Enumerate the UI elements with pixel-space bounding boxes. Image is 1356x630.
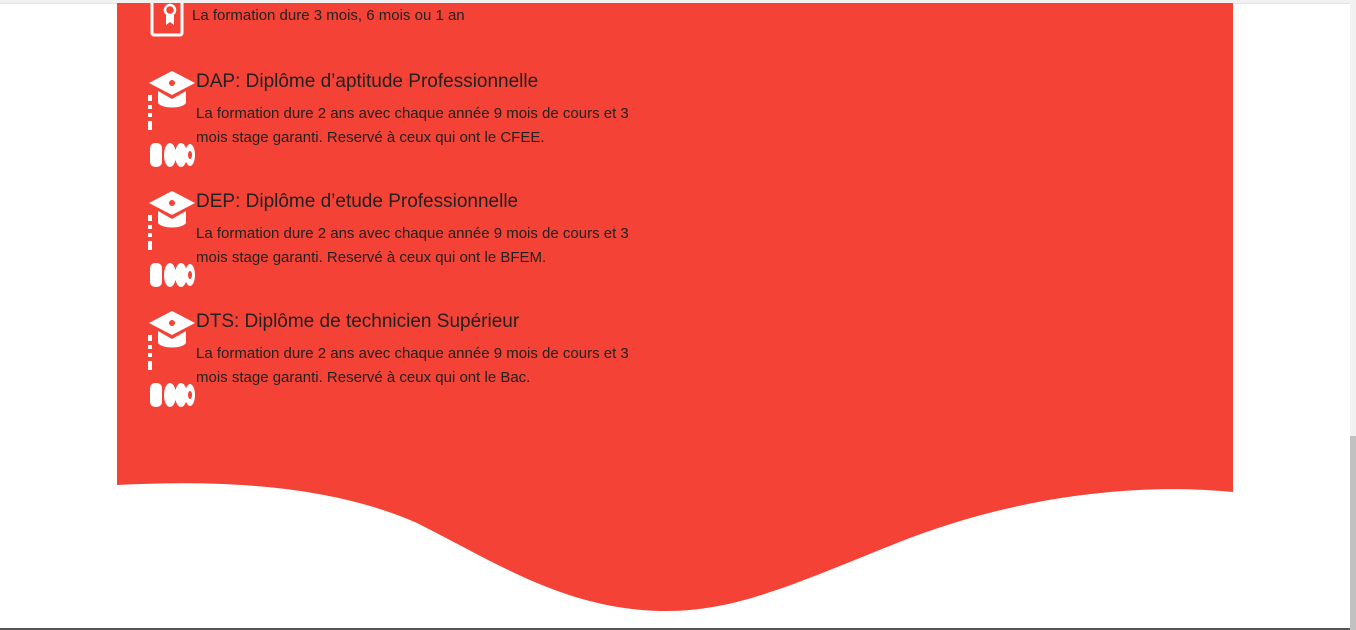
formation-short-description: La formation dure 3 mois, 6 mois ou 1 an xyxy=(192,7,465,24)
scrollbar-thumb[interactable] xyxy=(1350,436,1356,630)
formation-description: La formation dure 2 ans avec chaque anné… xyxy=(196,225,629,266)
graduation-icon xyxy=(148,311,196,412)
formation-description: La formation dure 2 ans avec chaque anné… xyxy=(196,105,629,146)
vertical-scrollbar[interactable] xyxy=(1350,0,1356,630)
graduation-icon xyxy=(148,71,196,172)
diploma-scroll-icon xyxy=(148,3,186,50)
formation-title: DEP: Diplôme d’etude Professionnelle xyxy=(196,191,519,212)
formation-description: La formation dure 2 ans avec chaque anné… xyxy=(196,345,629,386)
formations-section: La formation dure 3 mois, 6 mois ou 1 an… xyxy=(117,3,1233,630)
formation-title: DTS: Diplôme de technicien Supérieur xyxy=(196,311,520,332)
graduation-icon xyxy=(148,191,196,292)
formation-title: DAP: Diplôme d’aptitude Professionnelle xyxy=(196,71,539,92)
